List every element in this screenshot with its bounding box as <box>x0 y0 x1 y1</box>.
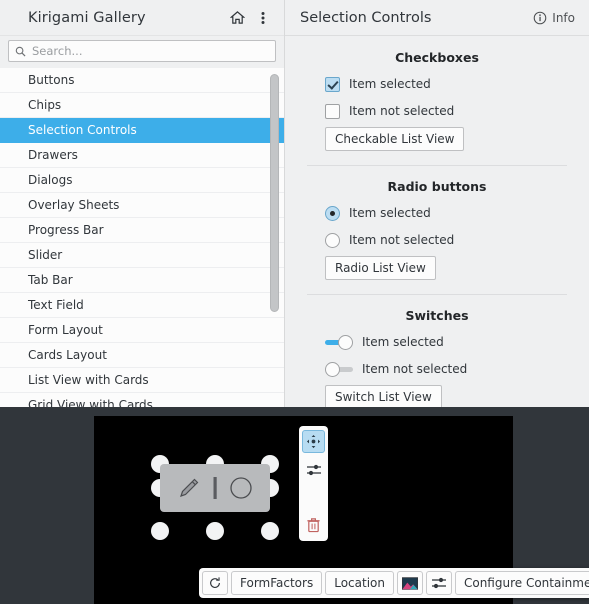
settings-button[interactable] <box>425 571 452 595</box>
delete-trash-icon <box>306 517 321 533</box>
sidebar-item-chips[interactable]: Chips <box>0 93 284 118</box>
settings-sliders-icon <box>431 576 447 590</box>
page-title: Selection Controls <box>300 9 432 26</box>
plasma-screen-preview: FormFactors Location Configure Containme <box>94 416 589 604</box>
divider-1 <box>307 165 567 166</box>
resize-handle-bottom-center[interactable] <box>206 522 224 540</box>
radio-unselected[interactable] <box>325 232 340 248</box>
move-widget-button[interactable] <box>302 430 325 453</box>
sidebar-item-cards-layout[interactable]: Cards Layout <box>0 343 284 368</box>
sidebar-scrollbar[interactable] <box>270 74 279 314</box>
section-checkboxes: Checkboxes Item selected Item not select… <box>285 50 589 166</box>
switch-knob <box>338 334 353 350</box>
plasma-widget[interactable] <box>160 464 270 512</box>
widget-side-toolbar <box>299 426 328 541</box>
radio-list-view-button[interactable]: Radio List View <box>325 256 436 280</box>
refresh-icon <box>208 576 222 590</box>
sidebar-item-grid-view-with-cards[interactable]: Grid View with Cards <box>0 393 284 407</box>
checkbox-selected-label: Item selected <box>349 77 431 91</box>
sidebar-item-tab-bar[interactable]: Tab Bar <box>0 268 284 293</box>
checkbox-selected[interactable] <box>325 76 340 92</box>
radio-unselected-row[interactable]: Item not selected <box>307 229 567 251</box>
switch-unselected[interactable] <box>325 361 353 377</box>
radio-selected[interactable] <box>325 205 340 221</box>
resize-handle-bottom-left[interactable] <box>151 522 169 540</box>
vertical-bar-icon <box>212 476 218 500</box>
configure-widget-button[interactable] <box>302 458 325 481</box>
switch-selected[interactable] <box>325 334 353 350</box>
search-placeholder: Search... <box>32 44 83 58</box>
sidebar-item-drawers[interactable]: Drawers <box>0 143 284 168</box>
radio-selected-label: Item selected <box>349 206 431 220</box>
checkbox-unselected-label: Item not selected <box>349 104 455 118</box>
gallery-list: Buttons Chips Selection Controls Drawers Dia… <box>0 68 284 407</box>
info-button[interactable]: Info <box>529 8 579 28</box>
checkable-list-view-button[interactable]: Checkable List View <box>325 127 465 151</box>
detail-body: Checkboxes Item selected Item not select… <box>285 36 589 409</box>
formfactors-button[interactable]: FormFactors <box>231 571 323 595</box>
move-widget-icon <box>306 434 321 449</box>
search-input[interactable]: Search... <box>8 40 276 62</box>
radio-selected-row[interactable]: Item selected <box>307 202 567 224</box>
info-label: Info <box>552 10 575 25</box>
switch-unselected-label: Item not selected <box>362 362 468 376</box>
app-title: Kirigami Gallery <box>28 9 146 26</box>
home-icon <box>229 10 245 25</box>
switch-knob <box>325 361 340 377</box>
wallpaper-image-icon <box>401 576 418 590</box>
switch-selected-row[interactable]: Item selected <box>307 331 567 353</box>
sidebar-item-overlay-sheets[interactable]: Overlay Sheets <box>0 193 284 218</box>
switch-unselected-row[interactable]: Item not selected <box>307 358 567 380</box>
location-button[interactable]: Location <box>325 571 394 595</box>
kirigami-gallery-window: Kirigami Gallery Search... Buttons Chips… <box>0 0 589 409</box>
switch-selected-label: Item selected <box>362 335 444 349</box>
sidebar-item-buttons[interactable]: Buttons <box>0 68 284 93</box>
detail-header: Selection Controls Info <box>285 0 589 36</box>
search-container: Search... <box>0 36 284 68</box>
sidebar-item-text-field[interactable]: Text Field <box>0 293 284 318</box>
sidebar-item-dialogs[interactable]: Dialogs <box>0 168 284 193</box>
sidebar-scrollbar-thumb[interactable] <box>270 74 279 312</box>
section-radio-buttons: Radio buttons Item selected Item not sel… <box>285 179 589 295</box>
section-title-checkboxes: Checkboxes <box>395 50 479 65</box>
divider-2 <box>307 294 567 295</box>
checkbox-unselected-row[interactable]: Item not selected <box>307 100 567 122</box>
section-title-switches: Switches <box>405 308 469 323</box>
info-circle-icon <box>533 11 547 25</box>
pen-icon <box>177 476 201 500</box>
checkbox-selected-row[interactable]: Item selected <box>307 73 567 95</box>
sidebar: Kirigami Gallery Search... Buttons Chips… <box>0 0 285 407</box>
home-button[interactable] <box>224 5 250 31</box>
detail-pane: Selection Controls Info Checkboxes Item … <box>285 0 589 409</box>
containment-toolbar: FormFactors Location Configure Containme <box>199 568 589 598</box>
sidebar-item-form-layout[interactable]: Form Layout <box>0 318 284 343</box>
switch-list-view-button[interactable]: Switch List View <box>325 385 442 409</box>
sidebar-item-progress-bar[interactable]: Progress Bar <box>0 218 284 243</box>
section-switches: Switches Item selected Item not selected <box>285 308 589 409</box>
circle-icon <box>229 476 253 500</box>
checkbox-unselected[interactable] <box>325 103 340 119</box>
overflow-menu-button[interactable] <box>250 5 276 31</box>
search-icon <box>15 46 26 57</box>
configure-containment-button[interactable]: Configure Containment <box>454 571 589 595</box>
section-title-radio: Radio buttons <box>387 179 487 194</box>
kebab-menu-icon <box>261 10 265 26</box>
sidebar-item-slider[interactable]: Slider <box>0 243 284 268</box>
resize-handle-bottom-right[interactable] <box>261 522 279 540</box>
sidebar-item-selection-controls[interactable]: Selection Controls <box>0 118 284 143</box>
refresh-button[interactable] <box>202 571 228 595</box>
wallpaper-button[interactable] <box>396 571 423 595</box>
sidebar-item-list-view-with-cards[interactable]: List View with Cards <box>0 368 284 393</box>
remove-widget-button[interactable] <box>302 513 325 536</box>
sidebar-header: Kirigami Gallery <box>0 0 284 36</box>
radio-unselected-label: Item not selected <box>349 233 455 247</box>
configure-sliders-icon <box>306 463 322 477</box>
plasma-edit-overlay: FormFactors Location Configure Containme <box>0 407 589 604</box>
